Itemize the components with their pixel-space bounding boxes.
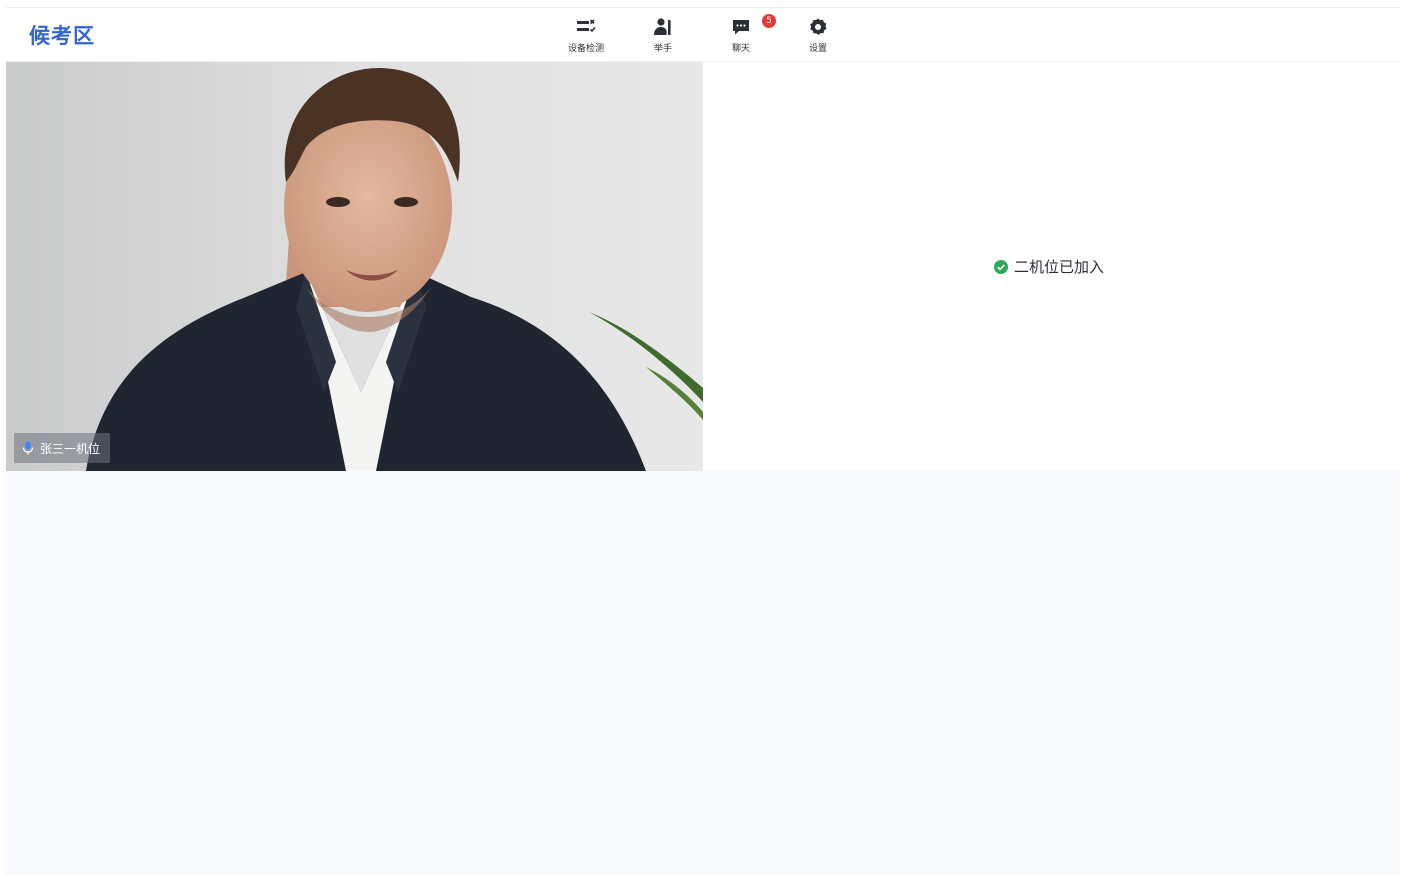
- secondary-camera-panel: 二机位已加入: [703, 62, 1400, 471]
- primary-camera-video: 张三一机位: [6, 62, 703, 471]
- join-status: 二机位已加入: [994, 256, 1104, 277]
- settings-button[interactable]: 设置: [788, 14, 848, 58]
- raise-hand-icon: [654, 18, 671, 35]
- settings-label: 设置: [808, 44, 827, 54]
- page-title: 候考区: [29, 24, 95, 48]
- camera-label: 张三一机位: [14, 433, 111, 463]
- microphone-icon: [22, 441, 34, 455]
- device-check-icon: [577, 19, 596, 33]
- check-circle-icon: [994, 259, 1008, 274]
- top-bar: 候考区 设备检测 举手 聊天 5 设置: [6, 8, 1400, 62]
- device-check-button[interactable]: 设备检测: [556, 14, 616, 58]
- chat-label: 聊天: [731, 44, 750, 54]
- camera-label-text: 张三一机位: [40, 441, 101, 456]
- raise-hand-label: 举手: [653, 44, 672, 54]
- gear-icon: [810, 18, 827, 35]
- chat-icon: [733, 20, 749, 35]
- raise-hand-button[interactable]: 举手: [633, 14, 693, 58]
- device-check-label: 设备检测: [567, 44, 604, 54]
- camera-feed-image: [6, 62, 703, 471]
- waiting-room-app: 候考区 设备检测 举手 聊天 5 设置 张三一机位 二机位已加入: [6, 7, 1400, 875]
- join-status-text: 二机位已加入: [1014, 258, 1105, 276]
- unread-badge: 5: [762, 14, 776, 28]
